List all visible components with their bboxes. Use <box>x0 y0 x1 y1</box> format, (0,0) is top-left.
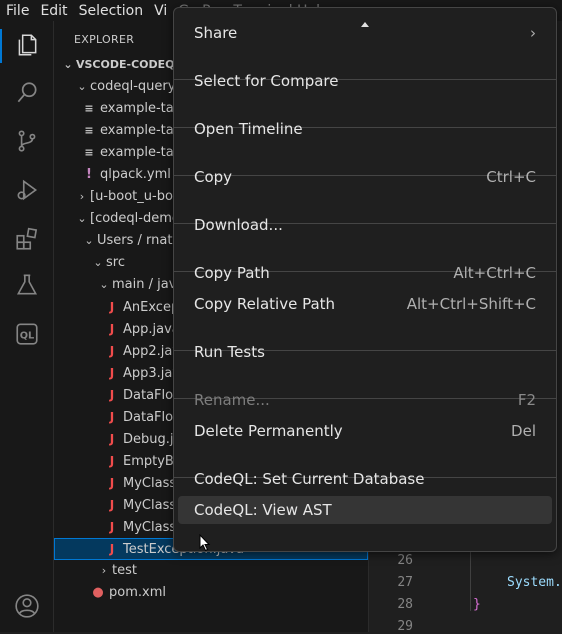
menu-item-shortcut: F2 <box>517 391 536 409</box>
menu-item-copy-path[interactable]: Copy Path Alt+Ctrl+C <box>178 259 552 287</box>
chevron-down-icon[interactable]: ⌄ <box>74 208 90 230</box>
menu-item-shortcut: Alt+Ctrl+C <box>453 264 536 282</box>
menu-item-label: Copy Relative Path <box>194 295 336 313</box>
menu-item-codeql-set-current-database[interactable]: CodeQL: Set Current Database <box>178 465 552 493</box>
menu-item-shortcut: Alt+Ctrl+Shift+C <box>406 295 536 313</box>
menu-item-label: Delete Permanently <box>194 422 343 440</box>
tree-item-label: codeql-query <box>90 79 176 94</box>
explorer-title: EXPLORER <box>74 33 135 46</box>
mouse-cursor-icon <box>199 534 211 552</box>
menu-item-run-tests[interactable]: Run Tests <box>178 338 552 366</box>
java-file-icon: J <box>109 322 115 336</box>
menu-item-delete-permanently[interactable]: Delete Permanently Del <box>178 417 552 445</box>
java-file-icon: J <box>109 498 115 512</box>
tree-item-label: Users / rnatel <box>97 233 185 248</box>
tree-item-label: App.java <box>123 322 180 337</box>
maven-file-icon: ● <box>92 585 104 600</box>
java-file-icon: J <box>109 366 115 380</box>
menu-item-share[interactable]: Share › <box>178 19 552 47</box>
tree-file[interactable]: ● pom.xml <box>54 582 368 604</box>
menu-item-rename: Rename... F2 <box>178 386 552 414</box>
java-file-icon: J <box>109 476 115 490</box>
menu-item-shortcut: Ctrl+C <box>486 168 536 186</box>
svg-text:QL: QL <box>20 330 35 341</box>
chevron-down-icon[interactable]: ⌄ <box>90 252 106 274</box>
line-number: 27 <box>397 575 413 590</box>
java-file-icon: J <box>109 454 115 468</box>
tree-item-label: [u-boot_u-boo <box>90 189 181 204</box>
codeql-icon[interactable]: QL <box>0 314 54 354</box>
java-file-icon: J <box>109 542 115 556</box>
menu-item-label: Run Tests <box>194 343 265 361</box>
menu-item-copy-relative-path[interactable]: Copy Relative Path Alt+Ctrl+Shift+C <box>178 290 552 318</box>
yaml-file-icon: ! <box>86 167 92 182</box>
java-file-icon: J <box>109 432 115 446</box>
code-line: System. <box>507 575 562 590</box>
menu-item-label: Download... <box>194 216 283 234</box>
chevron-down-icon[interactable]: ⌄ <box>96 274 112 296</box>
chevron-right-icon[interactable]: › <box>74 186 90 208</box>
menu-item-shortcut: Del <box>511 422 536 440</box>
java-file-icon: J <box>109 388 115 402</box>
source-control-icon[interactable] <box>0 121 54 161</box>
menu-item-label: Share <box>194 24 238 42</box>
chevron-right-icon[interactable]: › <box>96 560 112 582</box>
search-icon[interactable] <box>0 73 54 113</box>
extensions-icon[interactable] <box>0 219 54 259</box>
submenu-chevron-icon: › <box>530 24 536 42</box>
menu-item-label: Select for Compare <box>194 72 339 90</box>
tree-item-label: src <box>106 255 125 270</box>
menu-item-label: Rename... <box>194 391 270 409</box>
line-number: 28 <box>397 597 413 612</box>
context-menu: Share › Select for Compare Open Timeline Cop… <box>173 7 557 552</box>
menu-view[interactable]: Vi <box>154 3 167 19</box>
tree-item-label: qlpack.yml <box>100 167 171 182</box>
code-line: } <box>473 597 481 612</box>
menu-item-label: Copy Path <box>194 264 270 282</box>
text-file-icon: ≡ <box>84 146 94 159</box>
menu-item-select-for-compare[interactable]: Select for Compare <box>178 67 552 95</box>
text-file-icon: ≡ <box>84 124 94 137</box>
java-file-icon: J <box>109 520 115 534</box>
menu-item-label: CodeQL: View AST <box>194 501 332 519</box>
tree-item-label: pom.xml <box>109 585 166 600</box>
java-file-icon: J <box>109 300 115 314</box>
tree-item-label: [codeql-demo- <box>90 211 185 226</box>
chevron-down-icon[interactable]: ⌄ <box>81 230 97 252</box>
chevron-down-icon[interactable]: ⌄ <box>60 54 76 76</box>
text-file-icon: ≡ <box>84 102 94 115</box>
menu-item-copy[interactable]: Copy Ctrl+C <box>178 163 552 191</box>
run-debug-icon[interactable] <box>0 170 54 210</box>
account-icon[interactable] <box>0 586 54 626</box>
menu-item-codeql-view-ast[interactable]: CodeQL: View AST <box>178 496 552 524</box>
menu-item-label: Copy <box>194 168 233 186</box>
explorer-icon[interactable] <box>0 25 54 65</box>
menu-edit[interactable]: Edit <box>40 3 67 19</box>
testing-icon[interactable] <box>0 265 54 305</box>
tree-item-label: test <box>112 563 137 578</box>
java-file-icon: J <box>109 410 115 424</box>
menu-item-label: Open Timeline <box>194 120 303 138</box>
line-number: 26 <box>397 553 413 568</box>
menu-selection[interactable]: Selection <box>79 3 144 19</box>
chevron-down-icon[interactable]: ⌄ <box>74 76 90 98</box>
tree-folder[interactable]: › test <box>54 560 368 582</box>
java-file-icon: J <box>109 344 115 358</box>
menu-item-open-timeline[interactable]: Open Timeline <box>178 115 552 143</box>
activity-bar: QL <box>0 21 54 632</box>
menu-item-label: CodeQL: Set Current Database <box>194 470 425 488</box>
menu-item-download[interactable]: Download... <box>178 211 552 239</box>
menu-file[interactable]: File <box>6 3 29 19</box>
